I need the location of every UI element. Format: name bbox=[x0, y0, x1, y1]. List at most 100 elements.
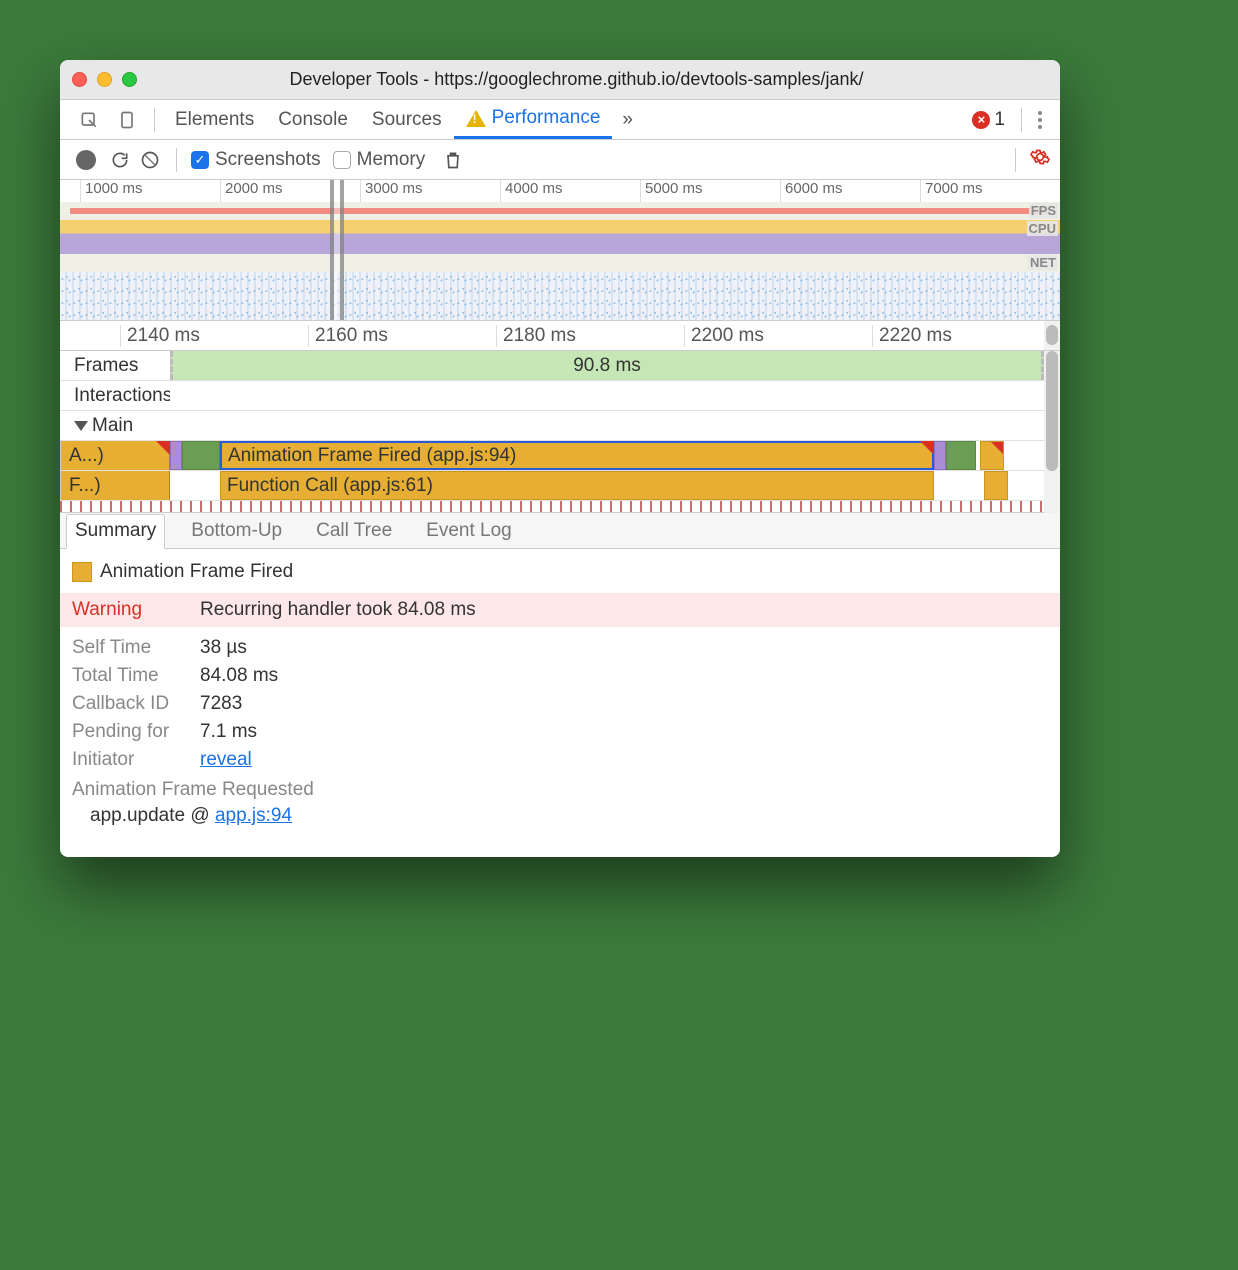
reload-button[interactable] bbox=[108, 150, 132, 170]
ruler-tick: 2200 ms bbox=[684, 325, 872, 347]
divider bbox=[1015, 148, 1016, 172]
flame-segment[interactable] bbox=[170, 441, 220, 470]
callback-id-label: Callback ID bbox=[72, 693, 182, 715]
devtools-window: Developer Tools - https://googlechrome.g… bbox=[60, 60, 1060, 857]
error-count: 1 bbox=[994, 109, 1005, 131]
tab-event-log[interactable]: Event Log bbox=[418, 513, 520, 548]
memory-checkbox-wrap[interactable]: Memory bbox=[333, 149, 426, 171]
detail-tabs: Summary Bottom-Up Call Tree Event Log bbox=[60, 513, 1060, 549]
main-track-header[interactable]: Main bbox=[60, 411, 1044, 441]
divider bbox=[1021, 108, 1022, 132]
flame-tail[interactable] bbox=[934, 441, 1044, 470]
ruler-tick: 1000 ms bbox=[80, 180, 220, 202]
initiator-row: Initiator reveal bbox=[72, 749, 1048, 771]
tab-performance-label: Performance bbox=[492, 107, 601, 129]
ruler-tick: 3000 ms bbox=[360, 180, 500, 202]
overview-filmstrip bbox=[60, 272, 1060, 320]
interactions-track-label[interactable]: Interactions bbox=[60, 381, 170, 410]
self-time-value: 38 µs bbox=[200, 637, 247, 659]
callback-id-value: 7283 bbox=[200, 693, 242, 715]
trash-button[interactable] bbox=[441, 150, 465, 170]
chevron-down-icon bbox=[74, 421, 88, 431]
pending-for-row: Pending for 7.1 ms bbox=[72, 721, 1048, 743]
overview-viewport-handle[interactable] bbox=[330, 180, 344, 320]
frames-track-value[interactable]: 90.8 ms bbox=[170, 351, 1044, 380]
screenshots-label: Screenshots bbox=[215, 149, 321, 171]
ruler-tick: 4000 ms bbox=[500, 180, 640, 202]
stack-func: app.update @ bbox=[90, 805, 215, 826]
event-color-swatch bbox=[72, 562, 92, 582]
tab-sources[interactable]: Sources bbox=[360, 100, 454, 139]
self-time-row: Self Time 38 µs bbox=[72, 637, 1048, 659]
ruler-tick: 2160 ms bbox=[308, 325, 496, 347]
memory-checkbox[interactable] bbox=[333, 151, 351, 169]
total-time-label: Total Time bbox=[72, 665, 182, 687]
flame-animation-frame-fired[interactable]: Animation Frame Fired (app.js:94) bbox=[220, 441, 934, 470]
memory-label: Memory bbox=[357, 149, 426, 171]
event-name: Animation Frame Fired bbox=[100, 561, 293, 583]
frames-track-label[interactable]: Frames bbox=[60, 351, 170, 380]
warning-text: Recurring handler took 84.08 ms bbox=[200, 599, 476, 621]
overview-net-row: NET bbox=[60, 254, 1060, 272]
device-toggle-icon[interactable] bbox=[112, 110, 142, 130]
interactions-track[interactable]: Interactions bbox=[60, 381, 1044, 411]
devtools-menu-icon[interactable] bbox=[1030, 111, 1050, 129]
net-label: NET bbox=[1028, 255, 1058, 270]
overview-fps-row: FPS bbox=[60, 202, 1060, 220]
flame-chart[interactable]: Frames 90.8 ms Interactions Main A...) A… bbox=[60, 351, 1060, 513]
tab-bottom-up[interactable]: Bottom-Up bbox=[183, 513, 290, 548]
screenshots-checkbox-wrap[interactable]: ✓ Screenshots bbox=[191, 149, 321, 171]
tab-console[interactable]: Console bbox=[266, 100, 360, 139]
warning-icon bbox=[466, 110, 486, 127]
initiator-reveal-link[interactable]: reveal bbox=[200, 749, 252, 770]
self-time-label: Self Time bbox=[72, 637, 182, 659]
summary-details: Animation Frame Fired Warning Recurring … bbox=[60, 549, 1060, 857]
flame-function-call[interactable]: Function Call (app.js:61) bbox=[220, 471, 934, 500]
callback-id-row: Callback ID 7283 bbox=[72, 693, 1048, 715]
main-label-text: Main bbox=[92, 415, 133, 437]
zoom-window-button[interactable] bbox=[122, 72, 137, 87]
tab-call-tree[interactable]: Call Tree bbox=[308, 513, 400, 548]
total-time-value: 84.08 ms bbox=[200, 665, 278, 687]
clear-button[interactable] bbox=[138, 150, 162, 170]
tab-summary[interactable]: Summary bbox=[66, 514, 165, 549]
ruler-tick: 2140 ms bbox=[120, 325, 308, 347]
overview-cpu-row: CPU bbox=[60, 220, 1060, 254]
ruler-tick: 6000 ms bbox=[780, 180, 920, 202]
flame-ruler[interactable]: 2140 ms 2160 ms 2180 ms 2200 ms 2220 ms bbox=[60, 321, 1060, 351]
total-time-row: Total Time 84.08 ms bbox=[72, 665, 1048, 687]
more-tabs-button[interactable]: » bbox=[612, 109, 643, 131]
animation-frame-requested-label: Animation Frame Requested bbox=[72, 779, 1048, 801]
overview-pane[interactable]: 1000 ms 2000 ms 3000 ms 4000 ms 5000 ms … bbox=[60, 180, 1060, 321]
error-count-badge[interactable]: × 1 bbox=[964, 109, 1013, 131]
record-button[interactable] bbox=[76, 150, 96, 170]
divider bbox=[154, 108, 155, 132]
track-scrollbar[interactable] bbox=[1044, 351, 1060, 513]
fps-label: FPS bbox=[1029, 203, 1058, 218]
cpu-label: CPU bbox=[1027, 221, 1058, 236]
window-title: Developer Tools - https://googlechrome.g… bbox=[155, 69, 1048, 90]
traffic-lights bbox=[72, 72, 137, 87]
overview-ruler[interactable]: 1000 ms 2000 ms 3000 ms 4000 ms 5000 ms … bbox=[60, 180, 1060, 202]
main-track-label[interactable]: Main bbox=[60, 411, 170, 440]
stack-trace: app.update @ app.js:94 bbox=[72, 805, 1048, 827]
flame-scrollbar[interactable] bbox=[1044, 321, 1060, 350]
flame-bottom-strip bbox=[60, 501, 1044, 513]
flame-stub-f[interactable]: F...) bbox=[60, 471, 170, 500]
stack-source-link[interactable]: app.js:94 bbox=[215, 805, 292, 826]
devtools-tabbar: Elements Console Sources Performance » ×… bbox=[60, 100, 1060, 140]
close-window-button[interactable] bbox=[72, 72, 87, 87]
warning-row: Warning Recurring handler took 84.08 ms bbox=[60, 593, 1060, 627]
ruler-tick: 2180 ms bbox=[496, 325, 684, 347]
flame-rows: A...) Animation Frame Fired (app.js:94) … bbox=[60, 441, 1044, 513]
flame-stub-a[interactable]: A...) bbox=[60, 441, 170, 470]
tab-performance[interactable]: Performance bbox=[454, 100, 613, 139]
titlebar: Developer Tools - https://googlechrome.g… bbox=[60, 60, 1060, 100]
minimize-window-button[interactable] bbox=[97, 72, 112, 87]
inspect-element-icon[interactable] bbox=[74, 110, 104, 130]
settings-gear-icon[interactable] bbox=[1030, 147, 1050, 173]
tab-elements[interactable]: Elements bbox=[163, 100, 266, 139]
screenshots-checkbox[interactable]: ✓ bbox=[191, 151, 209, 169]
error-icon: × bbox=[972, 111, 990, 129]
frames-track[interactable]: Frames 90.8 ms bbox=[60, 351, 1044, 381]
